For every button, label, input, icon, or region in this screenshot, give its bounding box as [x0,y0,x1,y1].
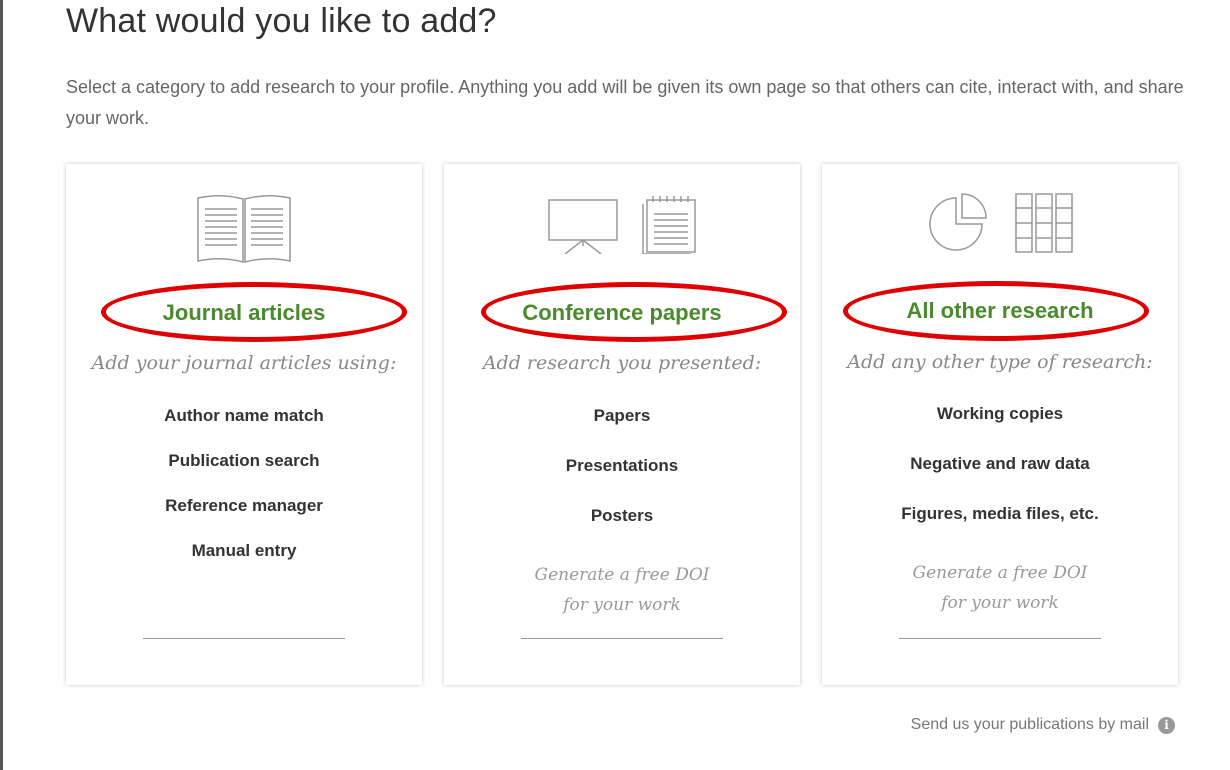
option-author-name-match[interactable]: Author name match [66,404,422,428]
option-working-copies[interactable]: Working copies [822,402,1178,426]
page-intro: Select a category to add research to you… [66,77,1184,128]
card-icons [66,192,422,263]
doi-note: Generate a free DOI for your work [444,560,800,620]
data-grid-icon [1015,193,1073,253]
doi-line: Generate a free DOI [912,563,1088,583]
open-book-icon [197,195,291,263]
mail-link-label[interactable]: Send us your publications by mail [911,716,1149,734]
option-papers[interactable]: Papers [444,404,800,428]
option-presentations[interactable]: Presentations [444,454,800,478]
card-divider [899,638,1101,639]
add-research-page: What would you like to add? Select a cat… [0,0,1230,770]
doi-line: for your work [563,595,681,615]
card-title[interactable]: Journal articles [66,300,422,326]
card-divider [143,638,345,639]
notepad-icon [642,196,696,254]
doi-note: Generate a free DOI for your work [822,558,1178,618]
option-negative-raw-data[interactable]: Negative and raw data [822,452,1178,476]
presentation-board-icon [548,199,618,254]
card-icons [822,192,1178,262]
card-icons [444,192,800,262]
card-divider [521,638,723,639]
option-figures-media[interactable]: Figures, media files, etc. [822,502,1178,526]
page-title: What would you like to add? [66,2,497,40]
card-title[interactable]: Conference papers [444,300,800,326]
category-cards: Journal articles Add your journal articl… [66,164,1178,685]
pie-chart-icon [929,193,987,251]
option-posters[interactable]: Posters [444,504,800,528]
card-title[interactable]: All other research [822,298,1178,324]
option-manual-entry[interactable]: Manual entry [66,539,422,563]
journal-articles-card[interactable]: Journal articles Add your journal articl… [66,164,422,685]
option-list: Working copies Negative and raw data Fig… [822,402,1178,552]
other-research-card[interactable]: All other research Add any other type of… [822,164,1178,685]
info-icon[interactable]: i [1158,716,1175,734]
doi-line: Generate a free DOI [534,565,710,585]
option-list: Papers Presentations Posters [444,404,800,554]
conference-papers-card[interactable]: Conference papers Add research you prese… [444,164,800,685]
doi-line: for your work [941,593,1059,613]
mail-publications-link[interactable]: Send us your publications by mail i [911,716,1175,734]
card-subtitle: Add any other type of research: [847,351,1153,373]
card-subtitle: Add your journal articles using: [91,352,397,374]
option-reference-manager[interactable]: Reference manager [66,494,422,518]
card-subtitle: Add research you presented: [482,352,762,374]
option-publication-search[interactable]: Publication search [66,449,422,473]
option-list: Author name match Publication search Ref… [66,404,422,584]
